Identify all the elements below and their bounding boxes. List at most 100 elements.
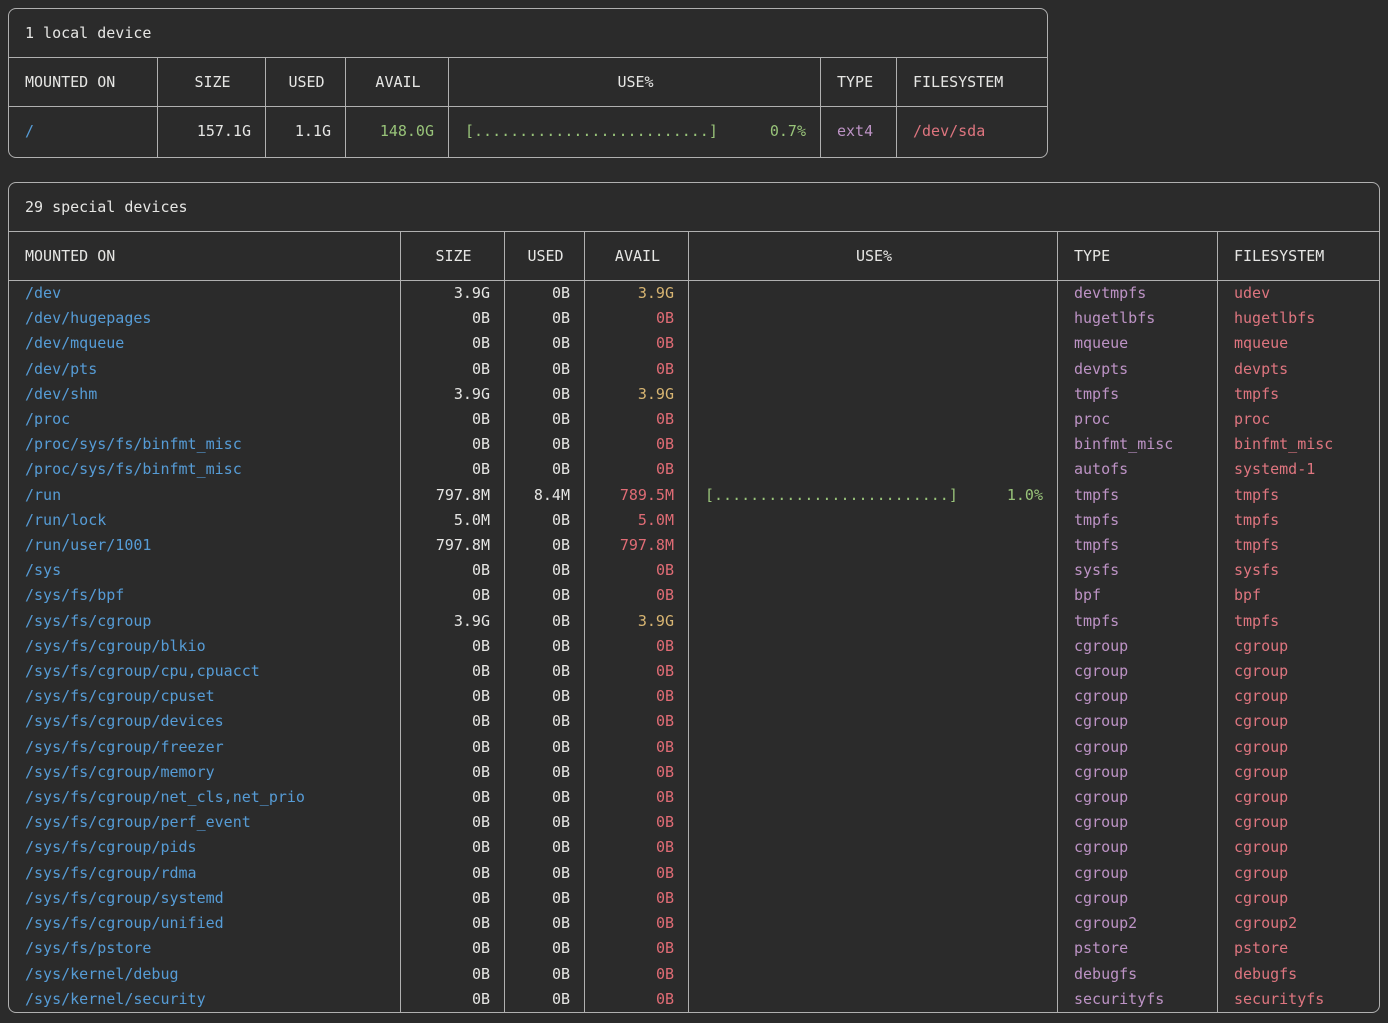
cell-used: 0B xyxy=(504,306,584,331)
cell-size: 0B xyxy=(400,583,504,608)
cell-used: 0B xyxy=(504,583,584,608)
cell-size: 0B xyxy=(400,936,504,961)
cell-use-percent xyxy=(688,709,1057,734)
table-row: /run/user/1001 797.8M 0B 797.8M tmpfs tm… xyxy=(9,533,1379,558)
cell-type: pstore xyxy=(1057,936,1217,961)
column-header-type: TYPE xyxy=(1057,232,1217,280)
cell-size: 0B xyxy=(400,911,504,936)
cell-size: 0B xyxy=(400,659,504,684)
cell-use-percent xyxy=(688,785,1057,810)
cell-use-percent: [..........................] 0.7% xyxy=(448,107,820,156)
cell-use-percent xyxy=(688,583,1057,608)
cell-avail: 0B xyxy=(584,936,688,961)
cell-type: sysfs xyxy=(1057,558,1217,583)
table-row: /sys/fs/cgroup/rdma 0B 0B 0B cgroup cgro… xyxy=(9,861,1379,886)
cell-avail: 0B xyxy=(584,785,688,810)
table-row: /dev/mqueue 0B 0B 0B mqueue mqueue xyxy=(9,331,1379,356)
cell-use-percent xyxy=(688,810,1057,835)
cell-avail: 0B xyxy=(584,861,688,886)
table-row: /sys/fs/cgroup/unified 0B 0B 0B cgroup2 … xyxy=(9,911,1379,936)
cell-size: 0B xyxy=(400,306,504,331)
local-device-rows: / 157.1G 1.1G 148.0G [..................… xyxy=(9,107,1047,156)
cell-type: tmpfs xyxy=(1057,609,1217,634)
cell-filesystem: tmpfs xyxy=(1217,483,1379,508)
cell-size: 3.9G xyxy=(400,609,504,634)
cell-used: 0B xyxy=(504,987,584,1012)
cell-type: securityfs xyxy=(1057,987,1217,1012)
cell-size: 0B xyxy=(400,735,504,760)
column-header-mounted-on: MOUNTED ON xyxy=(9,58,157,106)
cell-size: 5.0M xyxy=(400,508,504,533)
cell-avail: 0B xyxy=(584,357,688,382)
cell-use-percent xyxy=(688,659,1057,684)
cell-use-percent xyxy=(688,306,1057,331)
cell-mounted-on: /sys/fs/cgroup xyxy=(9,609,400,634)
table-row: /sys/fs/pstore 0B 0B 0B pstore pstore xyxy=(9,936,1379,961)
cell-used: 0B xyxy=(504,407,584,432)
cell-mounted-on: /sys/fs/bpf xyxy=(9,583,400,608)
cell-used: 0B xyxy=(504,785,584,810)
cell-mounted-on: /sys/fs/cgroup/pids xyxy=(9,835,400,860)
cell-used: 0B xyxy=(504,432,584,457)
column-header-filesystem: FILESYSTEM xyxy=(896,58,1047,106)
cell-used: 0B xyxy=(504,634,584,659)
cell-type: cgroup xyxy=(1057,634,1217,659)
cell-mounted-on: /sys/fs/cgroup/memory xyxy=(9,760,400,785)
cell-used: 0B xyxy=(504,457,584,482)
cell-type: devtmpfs xyxy=(1057,281,1217,306)
cell-type: cgroup xyxy=(1057,684,1217,709)
cell-mounted-on: /sys/fs/cgroup/net_cls,net_prio xyxy=(9,785,400,810)
cell-used: 0B xyxy=(504,281,584,306)
table-row: /sys/fs/cgroup 3.9G 0B 3.9G tmpfs tmpfs xyxy=(9,609,1379,634)
cell-use-percent xyxy=(688,558,1057,583)
cell-used: 0B xyxy=(504,558,584,583)
cell-avail: 3.9G xyxy=(584,609,688,634)
cell-mounted-on: /run xyxy=(9,483,400,508)
cell-size: 3.9G xyxy=(400,382,504,407)
cell-used: 0B xyxy=(504,861,584,886)
usage-bar: [..........................] xyxy=(465,119,718,144)
local-devices-header-row: MOUNTED ON SIZE USED AVAIL USE% TYPE FIL… xyxy=(9,58,1047,107)
cell-avail: 0B xyxy=(584,306,688,331)
cell-use-percent xyxy=(688,533,1057,558)
table-row: /sys/fs/cgroup/blkio 0B 0B 0B cgroup cgr… xyxy=(9,634,1379,659)
cell-used: 0B xyxy=(504,357,584,382)
cell-avail: 0B xyxy=(584,659,688,684)
cell-avail: 0B xyxy=(584,634,688,659)
cell-filesystem: cgroup2 xyxy=(1217,911,1379,936)
cell-type: cgroup xyxy=(1057,760,1217,785)
table-row: /run/lock 5.0M 0B 5.0M tmpfs tmpfs xyxy=(9,508,1379,533)
cell-avail: 0B xyxy=(584,760,688,785)
cell-mounted-on: / xyxy=(9,107,157,156)
cell-type: debugfs xyxy=(1057,962,1217,987)
cell-filesystem: cgroup xyxy=(1217,810,1379,835)
cell-filesystem: cgroup xyxy=(1217,634,1379,659)
cell-use-percent: [..........................] 1.0% xyxy=(688,483,1057,508)
table-row: /sys/fs/cgroup/devices 0B 0B 0B cgroup c… xyxy=(9,709,1379,734)
table-row: /sys/fs/cgroup/perf_event 0B 0B 0B cgrou… xyxy=(9,810,1379,835)
cell-mounted-on: /dev/shm xyxy=(9,382,400,407)
table-row: /sys/fs/cgroup/systemd 0B 0B 0B cgroup c… xyxy=(9,886,1379,911)
cell-size: 0B xyxy=(400,457,504,482)
cell-type: cgroup xyxy=(1057,735,1217,760)
column-header-use-percent: USE% xyxy=(688,232,1057,280)
cell-mounted-on: /run/user/1001 xyxy=(9,533,400,558)
cell-filesystem: mqueue xyxy=(1217,331,1379,356)
cell-size: 0B xyxy=(400,558,504,583)
cell-use-percent xyxy=(688,281,1057,306)
cell-filesystem: hugetlbfs xyxy=(1217,306,1379,331)
cell-use-percent xyxy=(688,382,1057,407)
cell-use-percent xyxy=(688,457,1057,482)
cell-mounted-on: /dev xyxy=(9,281,400,306)
cell-avail: 0B xyxy=(584,457,688,482)
cell-mounted-on: /dev/hugepages xyxy=(9,306,400,331)
cell-used: 0B xyxy=(504,735,584,760)
cell-mounted-on: /sys/fs/cgroup/cpuset xyxy=(9,684,400,709)
cell-mounted-on: /sys/fs/cgroup/devices xyxy=(9,709,400,734)
cell-size: 0B xyxy=(400,861,504,886)
column-header-type: TYPE xyxy=(820,58,896,106)
cell-filesystem: cgroup xyxy=(1217,735,1379,760)
table-row: /sys/fs/cgroup/memory 0B 0B 0B cgroup cg… xyxy=(9,760,1379,785)
cell-mounted-on: /sys/fs/cgroup/systemd xyxy=(9,886,400,911)
cell-used: 0B xyxy=(504,331,584,356)
